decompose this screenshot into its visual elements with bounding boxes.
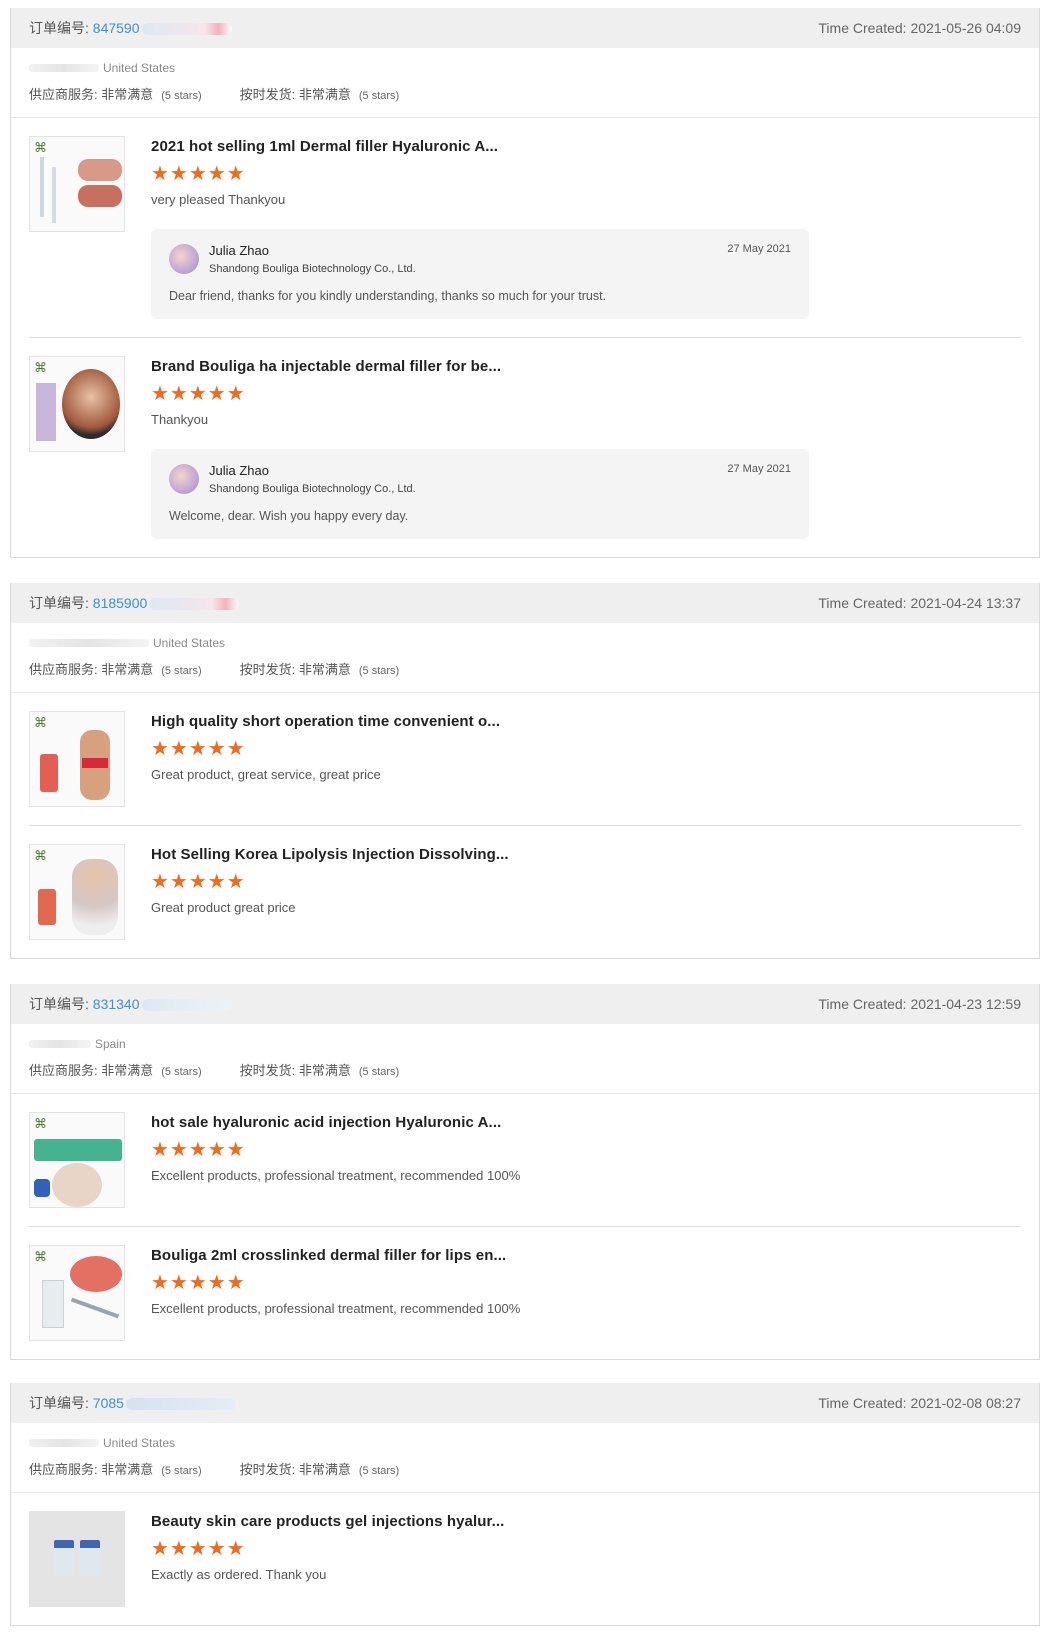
order-card: 订单编号: 847590 Time Created: 2021-05-26 04…	[10, 8, 1040, 558]
time-created: Time Created: 2021-02-08 08:27	[818, 1395, 1021, 1411]
review-item: ⌘ Brand Bouliga ha injectable dermal fil…	[29, 337, 1021, 557]
buyer-location: Spain	[29, 1036, 1021, 1052]
buyer-location: United States	[29, 60, 1021, 76]
order-number-label: 订单编号:	[29, 20, 89, 36]
product-thumbnail[interactable]: ⌘	[29, 356, 125, 452]
order-ratings: 供应商服务: 非常满意 (5 stars) 按时发货: 非常满意 (5 stars)	[29, 659, 1021, 678]
supplier-reply: Julia Zhao Shandong Bouliga Biotechnolog…	[151, 229, 809, 319]
product-thumbnail[interactable]	[29, 1511, 125, 1607]
time-created: Time Created: 2021-05-26 04:09	[818, 20, 1021, 36]
reply-message: Dear friend, thanks for you kindly under…	[169, 289, 607, 303]
star-rating: ★★★★★	[151, 163, 246, 185]
product-title-link[interactable]: Hot Selling Korea Lipolysis Injection Di…	[151, 846, 1021, 863]
order-ratings: 供应商服务: 非常满意 (5 stars) 按时发货: 非常满意 (5 stars)	[29, 1060, 1021, 1079]
star-rating: ★★★★★	[151, 1538, 246, 1560]
review-item: ⌘ 2021 hot selling 1ml Dermal filler Hya…	[11, 118, 1039, 337]
star-rating: ★★★★★	[151, 1272, 246, 1294]
reply-author-name: Julia Zhao	[209, 463, 269, 478]
brand-logo-icon: ⌘	[34, 140, 47, 155]
on-time-shipment-rating: 按时发货: 非常满意 (5 stars)	[239, 87, 400, 102]
order-number: 订单编号: 7085	[29, 1393, 236, 1413]
review-comment: Excellent products, professional treatme…	[151, 1301, 521, 1316]
product-thumbnail[interactable]: ⌘	[29, 711, 125, 807]
product-thumbnail[interactable]: ⌘	[29, 1245, 125, 1341]
reply-date: 27 May 2021	[727, 463, 791, 475]
buyer-info: United States 供应商服务: 非常满意 (5 stars) 按时发货:…	[11, 48, 1039, 118]
product-title-link[interactable]: 2021 hot selling 1ml Dermal filler Hyalu…	[151, 138, 1021, 155]
order-card: 订单编号: 8185900 Time Created: 2021-04-24 1…	[10, 583, 1040, 959]
order-header: 订单编号: 847590 Time Created: 2021-05-26 04…	[11, 8, 1039, 48]
brand-logo-icon: ⌘	[34, 360, 47, 375]
review-comment: Thankyou	[151, 412, 209, 427]
review-comment: Great product great price	[151, 900, 296, 915]
product-title-link[interactable]: Bouliga 2ml crosslinked dermal filler fo…	[151, 1247, 1021, 1264]
product-thumbnail[interactable]: ⌘	[29, 136, 125, 232]
supplier-service-rating: 供应商服务: 非常满意 (5 stars)	[29, 87, 202, 102]
brand-logo-icon: ⌘	[34, 1116, 47, 1131]
product-thumbnail[interactable]: ⌘	[29, 844, 125, 940]
review-comment: very pleased Thankyou	[151, 192, 286, 207]
product-thumbnail[interactable]: ⌘	[29, 1112, 125, 1208]
product-title-link[interactable]: Brand Bouliga ha injectable dermal fille…	[151, 358, 1021, 375]
reply-author-name: Julia Zhao	[209, 243, 269, 258]
product-title-link[interactable]: Beauty skin care products gel injections…	[151, 1513, 1021, 1530]
review-item: ⌘ Hot Selling Korea Lipolysis Injection …	[29, 825, 1021, 958]
supplier-service-rating: 供应商服务: 非常满意 (5 stars)	[29, 1063, 202, 1078]
order-header: 订单编号: 7085 Time Created: 2021-02-08 08:2…	[11, 1383, 1039, 1423]
star-rating: ★★★★★	[151, 1139, 246, 1161]
review-item: ⌘ High quality short operation time conv…	[11, 693, 1039, 825]
reply-date: 27 May 2021	[727, 243, 791, 255]
buyer-info: Spain 供应商服务: 非常满意 (5 stars) 按时发货: 非常满意 (5 …	[11, 1024, 1039, 1094]
review-item: Beauty skin care products gel injections…	[11, 1493, 1039, 1625]
review-item: ⌘ Bouliga 2ml crosslinked dermal filler …	[29, 1226, 1021, 1359]
order-ratings: 供应商服务: 非常满意 (5 stars) 按时发货: 非常满意 (5 stars)	[29, 84, 1021, 103]
product-title-link[interactable]: hot sale hyaluronic acid injection Hyalu…	[151, 1114, 1021, 1131]
brand-logo-icon: ⌘	[34, 848, 47, 863]
order-number-link[interactable]: 847590	[93, 20, 140, 36]
buyer-info: United States 供应商服务: 非常满意 (5 stars) 按时发货:…	[11, 623, 1039, 693]
order-number-link[interactable]: 7085	[93, 1395, 124, 1411]
reply-company: Shandong Bouliga Biotechnology Co., Ltd.	[209, 483, 416, 495]
review-comment: Excellent products, professional treatme…	[151, 1168, 521, 1183]
review-comment: Great product, great service, great pric…	[151, 767, 381, 782]
order-number-link[interactable]: 831340	[93, 996, 140, 1012]
reply-message: Welcome, dear. Wish you happy every day.	[169, 509, 409, 523]
review-item: ⌘ hot sale hyaluronic acid injection Hya…	[11, 1094, 1039, 1226]
order-card: 订单编号: 831340 Time Created: 2021-04-23 12…	[10, 984, 1040, 1360]
buyer-location: United States	[29, 1435, 1021, 1451]
avatar	[169, 464, 199, 494]
buyer-info: United States 供应商服务: 非常满意 (5 stars) 按时发货:…	[11, 1423, 1039, 1493]
brand-logo-icon: ⌘	[34, 1249, 47, 1264]
avatar	[169, 244, 199, 274]
order-number: 订单编号: 831340	[29, 994, 232, 1014]
supplier-reply: Julia Zhao Shandong Bouliga Biotechnolog…	[151, 449, 809, 539]
time-created: Time Created: 2021-04-24 13:37	[818, 595, 1021, 611]
supplier-service-rating: 供应商服务: 非常满意 (5 stars)	[29, 662, 202, 677]
review-comment: Exactly as ordered. Thank you	[151, 1567, 327, 1582]
star-rating: ★★★★★	[151, 383, 246, 405]
order-ratings: 供应商服务: 非常满意 (5 stars) 按时发货: 非常满意 (5 stars)	[29, 1459, 1021, 1478]
on-time-shipment-rating: 按时发货: 非常满意 (5 stars)	[239, 662, 400, 677]
product-title-link[interactable]: High quality short operation time conven…	[151, 713, 1021, 730]
order-number: 订单编号: 8185900	[29, 593, 240, 613]
on-time-shipment-rating: 按时发货: 非常满意 (5 stars)	[239, 1063, 400, 1078]
supplier-service-rating: 供应商服务: 非常满意 (5 stars)	[29, 1462, 202, 1477]
star-rating: ★★★★★	[151, 871, 246, 893]
buyer-location: United States	[29, 635, 1021, 651]
time-created: Time Created: 2021-04-23 12:59	[818, 996, 1021, 1012]
order-header: 订单编号: 8185900 Time Created: 2021-04-24 1…	[11, 583, 1039, 623]
reply-company: Shandong Bouliga Biotechnology Co., Ltd.	[209, 263, 416, 275]
brand-logo-icon: ⌘	[34, 715, 47, 730]
order-card: 订单编号: 7085 Time Created: 2021-02-08 08:2…	[10, 1383, 1040, 1626]
on-time-shipment-rating: 按时发货: 非常满意 (5 stars)	[239, 1462, 400, 1477]
order-number-link[interactable]: 8185900	[93, 595, 148, 611]
order-header: 订单编号: 831340 Time Created: 2021-04-23 12…	[11, 984, 1039, 1024]
order-number: 订单编号: 847590	[29, 18, 232, 38]
star-rating: ★★★★★	[151, 738, 246, 760]
